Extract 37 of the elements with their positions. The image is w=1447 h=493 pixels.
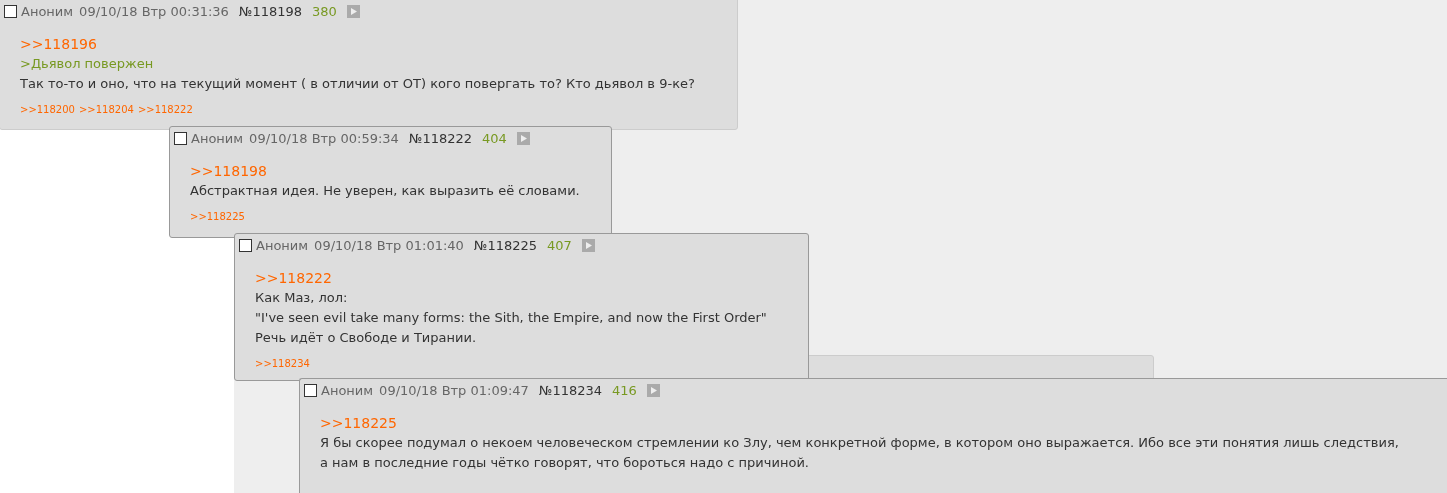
reply-link[interactable]: >>118196 [20,34,717,54]
author-name: Аноним [191,130,244,146]
post-text: а нам в последние годы чётко говорят, что бороться надо с причиной. [320,454,810,472]
post-count: 416 [612,382,637,398]
post-date: 09/10/18 Втр 00:31:36 [79,3,229,19]
checkbox[interactable] [174,131,187,145]
reply-link[interactable]: >>118222 [137,104,193,115]
post-text: Абстрактная идея. Не уверен, как выразить её словами. [190,182,581,200]
post-date: 09/10/18 Втр 01:01:40 [314,237,464,253]
author-name: Аноним [321,382,374,398]
post-text: Так то-то и оно, что на текущий момент ( в отличии от ОТ) кого повергать то? Кто дьявол в 9-ке? [20,75,696,93]
post-number[interactable]: №118222 [408,130,473,146]
checkbox[interactable] [239,238,252,252]
reply-link[interactable]: >>118222 [255,268,788,288]
post-number[interactable]: №118198 [238,3,303,19]
post-number[interactable]: №118225 [473,237,538,253]
reply-link[interactable]: >>118198 [190,161,591,181]
post-text: Я бы скорее подумал о некоем человеческом стремлении ко Злу, чем конкретной форме, в котором оно выражается. Ибо все эти понятия лишь следствия, [320,434,1400,452]
quote-text: >Дьявол повержен [20,55,155,73]
post-number[interactable]: №118234 [538,382,603,398]
checkbox[interactable] [4,4,17,18]
author-name: Аноним [256,237,309,253]
post-count: 407 [547,237,572,253]
post-date: 09/10/18 Втр 01:09:47 [379,382,529,398]
post-text: "I've seen evil take many forms: the Sith, the Empire, and now the First Order" [255,309,768,327]
reply-link[interactable]: >>118225 [320,413,1427,433]
reply-link[interactable]: >>118204 [78,104,134,115]
post-count: 380 [312,3,337,19]
reply-link[interactable]: >>118200 [20,104,75,115]
post-text: Речь идёт о Свободе и Тирании. [255,329,478,347]
author-name: Аноним [21,3,74,19]
checkbox[interactable] [304,383,317,397]
post-date: 09/10/18 Втр 00:59:34 [249,130,399,146]
reply-link[interactable]: >>118234 [255,358,310,369]
reply-link[interactable]: >>118225 [190,211,245,222]
post-text: Как Маз, лол: [255,289,349,307]
post-count: 404 [482,130,507,146]
